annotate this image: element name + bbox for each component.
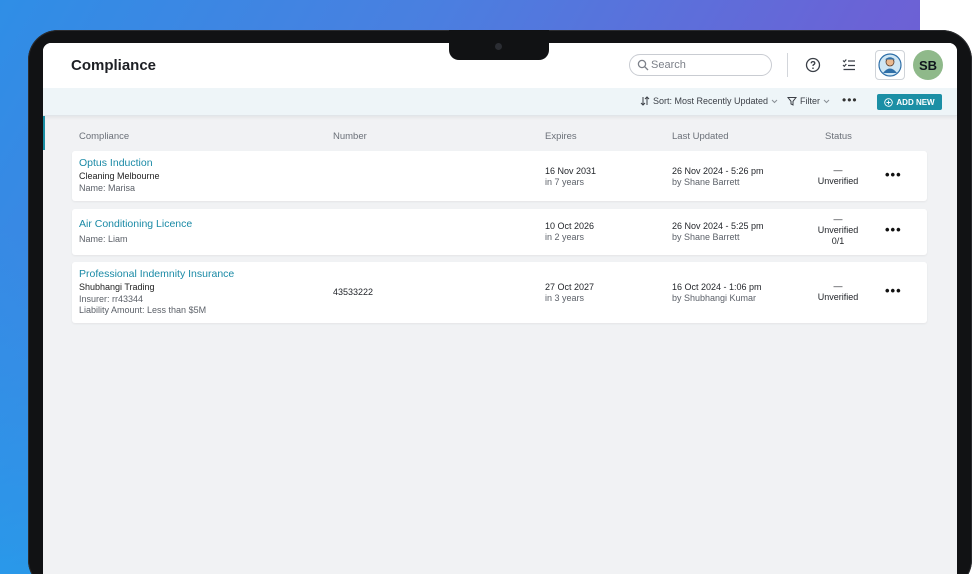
compliance-detail: Shubhangi Trading [79, 282, 155, 292]
sidebar-accent [43, 116, 45, 150]
status-dash: — [833, 214, 843, 224]
column-header-status[interactable]: Status [825, 131, 852, 142]
last-updated-date: 16 Oct 2024 - 1:06 pm [672, 282, 762, 292]
search-icon [637, 59, 649, 71]
row-menu-icon[interactable]: ••• [885, 283, 902, 298]
compliance-number: 43533222 [333, 287, 374, 297]
plus-circle-icon [884, 97, 894, 107]
sort-icon [640, 96, 650, 106]
table-row[interactable]: Optus Induction Cleaning Melbourne Name:… [72, 151, 927, 201]
last-updated-date: 26 Nov 2024 - 5:26 pm [672, 166, 764, 176]
more-options-icon[interactable]: ••• [842, 93, 858, 107]
list-toolbar: Sort: Most Recently Updated Filter ••• A… [43, 88, 957, 116]
filter-icon [787, 97, 797, 106]
status-badge: Unverified [817, 292, 859, 302]
expires-date: 27 Oct 2027 [545, 282, 595, 292]
compliance-title-link[interactable]: Professional Indemnity Insurance [79, 268, 234, 281]
user-avatar[interactable]: SB [913, 50, 943, 80]
status-dash: — [833, 281, 843, 291]
search-placeholder: Search [651, 59, 686, 71]
help-icon[interactable] [805, 57, 821, 73]
filter-label: Filter [800, 96, 820, 106]
chevron-down-icon [823, 99, 830, 103]
column-header-number[interactable]: Number [333, 131, 367, 142]
last-updated-date: 26 Nov 2024 - 5:25 pm [672, 221, 764, 231]
compliance-detail: Name: Marisa [79, 183, 136, 193]
expires-relative: in 2 years [545, 232, 585, 242]
chevron-down-icon [771, 99, 778, 103]
column-header-expires[interactable]: Expires [545, 131, 577, 142]
status-progress: 0/1 [831, 236, 845, 246]
table-row[interactable]: Professional Indemnity Insurance Shubhan… [72, 262, 927, 323]
expires-date: 16 Nov 2031 [545, 166, 597, 176]
sort-dropdown[interactable]: Sort: Most Recently Updated [640, 96, 778, 106]
compliance-detail: Insurer: rr43344 [79, 294, 144, 304]
header-divider [787, 53, 788, 77]
status-badge: Unverified [817, 176, 859, 186]
filter-dropdown[interactable]: Filter [787, 96, 830, 106]
row-menu-icon[interactable]: ••• [885, 222, 902, 237]
compliance-detail: Liability Amount: Less than $5M [79, 305, 207, 315]
sort-label: Sort: Most Recently Updated [653, 96, 769, 106]
column-header-last-updated[interactable]: Last Updated [672, 131, 729, 142]
compliance-detail: Name: Liam [79, 234, 128, 244]
expires-relative: in 3 years [545, 293, 585, 303]
status-dash: — [833, 165, 843, 175]
page-title: Compliance [71, 57, 157, 74]
company-logo-icon [878, 53, 902, 77]
last-updated-by: by Shane Barrett [672, 232, 740, 242]
column-header-compliance[interactable]: Compliance [79, 131, 129, 142]
status-badge: Unverified [817, 225, 859, 235]
expires-relative: in 7 years [545, 177, 585, 187]
camera-notch [449, 30, 549, 60]
compliance-title-link[interactable]: Optus Induction [79, 157, 153, 170]
app-screen: Compliance Search SB Sort: Most Recently… [43, 43, 957, 574]
row-menu-icon[interactable]: ••• [885, 167, 902, 182]
checklist-icon[interactable] [841, 57, 857, 73]
last-updated-by: by Shane Barrett [672, 177, 740, 187]
search-input[interactable]: Search [629, 54, 772, 76]
camera-icon [495, 43, 502, 50]
expires-date: 10 Oct 2026 [545, 221, 595, 231]
last-updated-by: by Shubhangi Kumar [672, 293, 757, 303]
add-new-button[interactable]: ADD NEW [877, 94, 942, 110]
add-new-label: ADD NEW [896, 97, 935, 107]
table-row[interactable]: Air Conditioning Licence Name: Liam 10 O… [72, 209, 927, 255]
compliance-detail: Cleaning Melbourne [79, 171, 160, 181]
compliance-title-link[interactable]: Air Conditioning Licence [79, 218, 192, 231]
company-logo[interactable] [875, 50, 905, 80]
